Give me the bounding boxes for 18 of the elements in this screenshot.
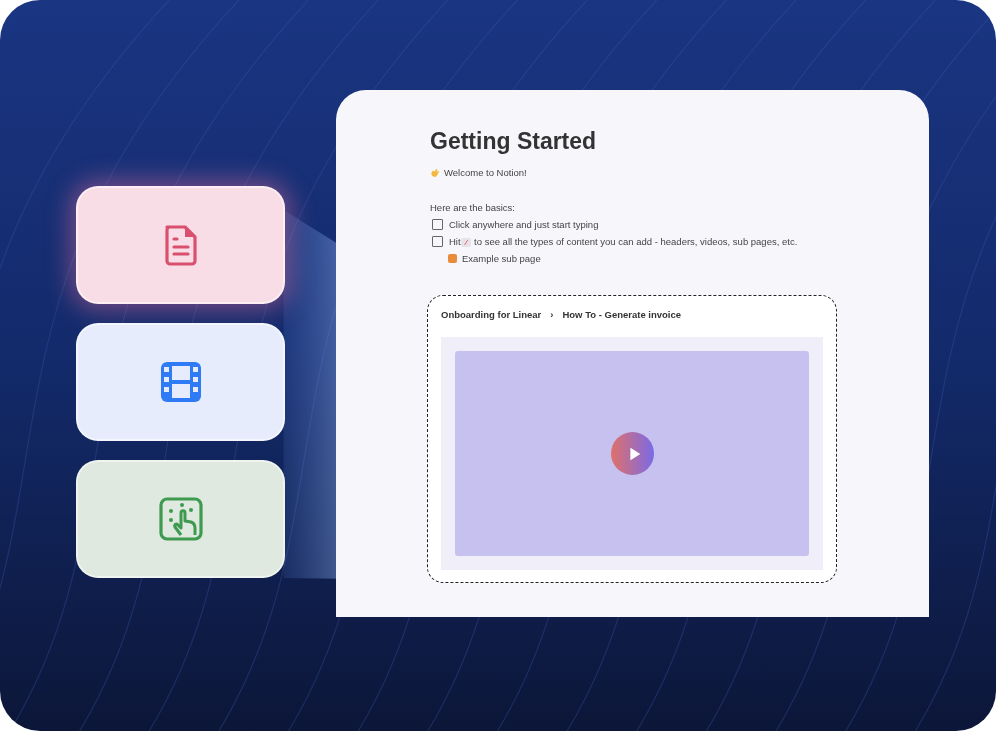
todo-text: Hit / to see all the types of content you can add - headers, videos, sub pages, etc. bbox=[449, 236, 798, 247]
tap-icon bbox=[156, 495, 205, 543]
feature-card[interactable] bbox=[76, 186, 285, 304]
todo-text: Click anywhere and just start typing bbox=[449, 219, 599, 230]
page-title: Getting Started bbox=[430, 128, 598, 155]
feature-card[interactable] bbox=[76, 460, 285, 578]
feature-card[interactable] bbox=[76, 323, 285, 441]
welcome-text: Welcome to Notion! bbox=[444, 167, 527, 178]
subpage-link[interactable]: Example sub page bbox=[462, 253, 541, 264]
checkbox[interactable] bbox=[432, 236, 443, 247]
breadcrumb-item[interactable]: Onboarding for Linear bbox=[441, 309, 542, 320]
breadcrumb-separator: › bbox=[550, 309, 554, 320]
checkbox[interactable] bbox=[432, 219, 443, 230]
page-icon bbox=[448, 254, 457, 263]
breadcrumb-item[interactable]: How To - Generate invoice bbox=[562, 309, 682, 320]
hand-icon bbox=[430, 167, 441, 178]
play-button[interactable] bbox=[610, 432, 654, 475]
intro-text: Here are the basics: bbox=[430, 202, 516, 213]
